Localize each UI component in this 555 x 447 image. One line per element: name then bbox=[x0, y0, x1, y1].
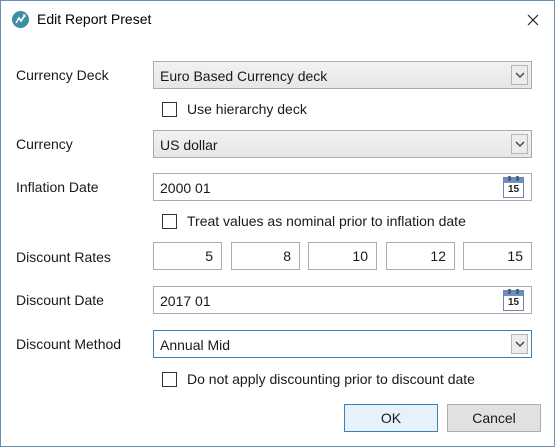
close-icon bbox=[527, 14, 539, 26]
discount-date-label: Discount Date bbox=[16, 292, 104, 308]
nominal-values-label: Treat values as nominal prior to inflati… bbox=[187, 213, 466, 229]
currency-deck-value: Euro Based Currency deck bbox=[160, 68, 328, 84]
cancel-button[interactable]: Cancel bbox=[447, 404, 541, 432]
no-discount-prior-label: Do not apply discounting prior to discou… bbox=[187, 371, 475, 387]
discount-rate-input-1[interactable]: 5 bbox=[153, 242, 222, 270]
chevron-down-icon[interactable] bbox=[511, 134, 528, 154]
inflation-date-value: 2000 01 bbox=[160, 180, 211, 196]
discount-rate-input-3[interactable]: 10 bbox=[308, 242, 377, 270]
dialog-title: Edit Report Preset bbox=[37, 11, 152, 27]
chevron-down-icon[interactable] bbox=[511, 65, 528, 85]
currency-deck-select[interactable]: Euro Based Currency deck bbox=[153, 61, 532, 89]
chevron-down-icon[interactable] bbox=[511, 334, 528, 354]
use-hierarchy-deck-row: Use hierarchy deck bbox=[162, 101, 307, 117]
edit-report-preset-dialog: Edit Report Preset Currency Deck Euro Ba… bbox=[0, 0, 555, 447]
discount-rates-label: Discount Rates bbox=[16, 249, 111, 265]
currency-label: Currency bbox=[16, 136, 73, 152]
calendar-icon[interactable]: 15 bbox=[503, 289, 524, 311]
close-button[interactable] bbox=[522, 9, 544, 31]
ok-button[interactable]: OK bbox=[344, 404, 438, 432]
no-discount-prior-checkbox[interactable] bbox=[162, 371, 177, 387]
inflation-date-field[interactable]: 2000 01 15 bbox=[153, 173, 532, 201]
calendar-icon[interactable]: 15 bbox=[503, 176, 524, 198]
nominal-values-row: Treat values as nominal prior to inflati… bbox=[162, 213, 466, 229]
no-discount-prior-row: Do not apply discounting prior to discou… bbox=[162, 371, 475, 387]
nominal-values-checkbox[interactable] bbox=[162, 213, 177, 229]
discount-method-label: Discount Method bbox=[16, 336, 122, 352]
inflation-date-label: Inflation Date bbox=[16, 179, 99, 195]
discount-rate-input-2[interactable]: 8 bbox=[231, 242, 300, 270]
app-logo-icon bbox=[12, 11, 29, 28]
currency-select[interactable]: US dollar bbox=[153, 130, 532, 158]
discount-date-value: 2017 01 bbox=[160, 293, 211, 309]
discount-method-value: Annual Mid bbox=[160, 337, 231, 353]
currency-value: US dollar bbox=[160, 137, 218, 153]
use-hierarchy-deck-checkbox[interactable] bbox=[162, 101, 177, 117]
discount-method-select[interactable]: Annual Mid bbox=[153, 330, 532, 358]
discount-date-field[interactable]: 2017 01 15 bbox=[153, 286, 532, 314]
title-bar: Edit Report Preset bbox=[1, 1, 554, 37]
currency-deck-label: Currency Deck bbox=[16, 67, 109, 83]
discount-rate-input-4[interactable]: 12 bbox=[386, 242, 455, 270]
use-hierarchy-deck-label: Use hierarchy deck bbox=[187, 101, 307, 117]
discount-rate-input-5[interactable]: 15 bbox=[463, 242, 532, 270]
